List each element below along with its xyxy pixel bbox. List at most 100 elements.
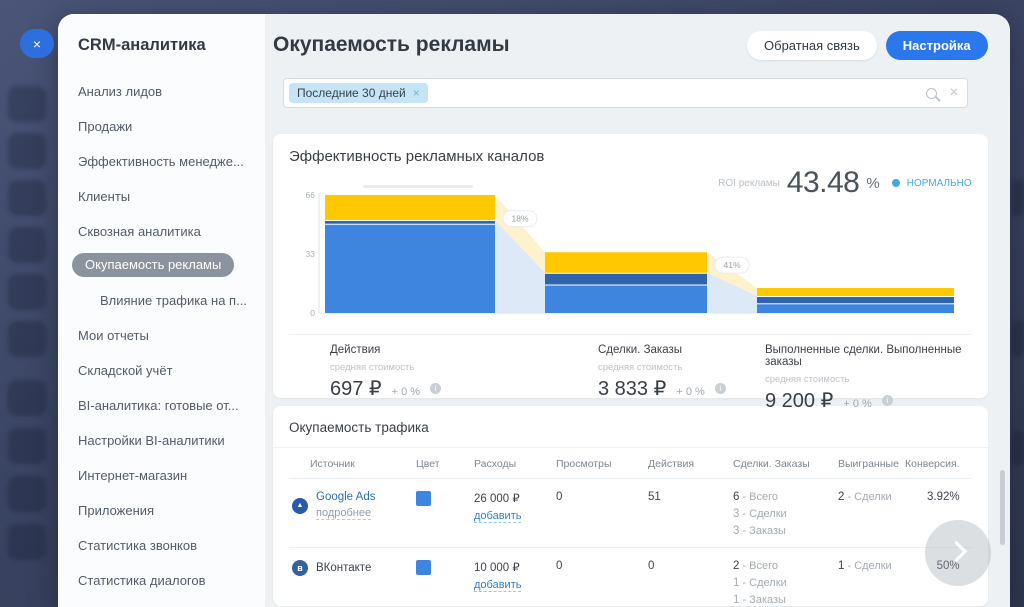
sidebar-item-11[interactable]: Интернет-магазин [78,465,255,500]
funnel-bar-2-blue[interactable] [757,304,954,313]
sidebar-item-10[interactable]: Настройки BI-аналитики [78,430,255,465]
sidebar-item-9[interactable]: BI-аналитика: готовые от... [78,395,255,430]
add-expense-link[interactable]: добавить [474,510,521,523]
funnel-bar-1-blue[interactable] [545,286,707,314]
traffic-table-body: ▲Google Adsподробнее26 000 ₽добавить0516… [289,479,972,607]
add-expense-link[interactable]: добавить [474,579,521,592]
column-header: Сделки. Заказы [733,458,838,470]
prev-period-marker [363,185,473,188]
funnel-bar-0-dark-blue[interactable] [325,221,495,224]
stage-avg-cost: 697 ₽ [330,376,382,401]
main-content: Окупаемость рекламы Обратная связь Настр… [265,14,1010,607]
stage-name: Действия [330,344,589,356]
column-header: Цвет [416,458,474,470]
funnel-card-title: Эффективность рекламных каналов [289,148,972,165]
conversion-value: 3.92% [905,491,972,503]
sidebar: CRM-аналитика Анализ лидовПродажиЭффекти… [58,14,265,607]
sidebar-item-14[interactable]: Статистика диалогов [78,570,255,605]
sidebar-item-7[interactable]: Мои отчеты [78,325,255,360]
traffic-card: Окупаемость трафика ИсточникЦветРасходыП… [273,406,988,606]
funnel-footer: Действия средняя стоимость 697 ₽ + 0 % i Сдел… [289,334,972,413]
sidebar-item-12[interactable]: Приложения [78,500,255,535]
stage-avg-cost: 3 833 ₽ [598,376,666,401]
color-swatch[interactable] [416,491,431,506]
filter-tag-label: Последние 30 дней [297,86,406,100]
info-icon[interactable]: i [430,383,441,394]
roi-indicator: ROI рекламы 43.48 % НОРМАЛЬНО [718,166,971,200]
y-tick-label: 66 [306,190,316,200]
close-slider-button[interactable]: × [20,29,54,58]
funnel-bar-2-yellow[interactable] [757,288,954,296]
deals-cell: 6 - Всего3 - Сделки3 - Заказы [733,491,838,537]
funnel-card: Эффективность рекламных каналов ROI рекл… [273,134,988,398]
sidebar-item-0[interactable]: Анализ лидов [78,81,255,116]
color-swatch[interactable] [416,560,431,575]
table-row: ▲Google Adsподробнее26 000 ₽добавить0516… [289,479,972,548]
expenses-value: 26 000 ₽ [474,491,556,505]
sidebar-item-3[interactable]: Клиенты [78,186,255,221]
sidebar-item-1[interactable]: Продажи [78,116,255,151]
vkontakte-icon: ʙ [292,560,308,576]
filter-tag-close-icon[interactable]: × [413,86,420,100]
stage-subtitle: средняя стоимость [765,374,972,385]
funnel-stage-summary: Действиясредняя стоимость697 ₽+ 0 %i [289,344,589,413]
funnel-chart: 6633018%41% [289,183,972,330]
sidebar-menu: Анализ лидовПродажиЭффективность менедже… [78,81,255,605]
column-header: Расходы [474,458,556,470]
stage-avg-cost: 9 200 ₽ [765,388,833,413]
feedback-button[interactable]: Обратная связь [747,31,877,60]
funnel-bar-0-blue[interactable] [325,225,495,313]
close-icon: × [33,36,41,52]
won-cell: 1 - Сделки [838,560,905,572]
search-icon[interactable] [926,88,937,99]
won-cell: 2 - Сделки [838,491,905,503]
settings-button[interactable]: Настройка [886,31,988,60]
stage-name: Сделки. Заказы [598,344,756,356]
sidebar-title: CRM-аналитика [78,36,255,55]
funnel-stage-summary: Выполненные сделки. Выполненные заказыср… [756,344,972,413]
column-header: Выигранные [838,458,905,470]
expenses-value: 10 000 ₽ [474,560,556,574]
y-tick-label: 33 [306,249,316,259]
column-header: Просмотры [556,458,648,470]
roi-status-badge: НОРМАЛЬНО [907,178,972,189]
stage-delta: + 0 % [392,386,420,398]
funnel-bar-2-dark-blue[interactable] [757,297,954,303]
sidebar-item-5[interactable]: Окупаемость рекламы [72,253,234,277]
slider-panel: CRM-аналитика Анализ лидовПродажиЭффекти… [58,14,1007,607]
clear-filter-icon[interactable]: × [949,85,958,101]
sidebar-item-4[interactable]: Сквозная аналитика [78,221,255,256]
filter-search-bar[interactable]: Последние 30 дней × × [283,78,968,108]
filter-tag[interactable]: Последние 30 дней × [289,83,428,103]
actions-value: 51 [648,491,733,503]
sidebar-item-13[interactable]: Статистика звонков [78,535,255,570]
stage-delta: + 0 % [843,398,871,410]
traffic-table-header: ИсточникЦветРасходыПросмотрыДействияСдел… [289,448,972,479]
column-header: Действия [648,458,733,470]
table-row: ʙВКонтакте10 000 ₽добавить002 - Всего1 -… [289,548,972,607]
source-name-link[interactable]: Google Ads [316,491,375,503]
traffic-card-title: Окупаемость трафика [289,420,972,435]
page-title: Окупаемость рекламы [273,33,747,57]
sidebar-item-8[interactable]: Складской учёт [78,360,255,395]
stage-subtitle: средняя стоимость [598,362,756,373]
sidebar-item-2[interactable]: Эффективность менедже... [78,151,255,186]
actions-value: 0 [648,560,733,572]
source-name-link[interactable]: ВКонтакте [316,562,371,574]
funnel-bar-1-dark-blue[interactable] [545,274,707,285]
roi-unit: % [866,175,879,192]
conversion-label: 41% [723,260,740,270]
stage-delta: + 0 % [676,386,704,398]
views-value: 0 [556,560,648,572]
funnel-bar-0-yellow[interactable] [325,195,495,220]
funnel-bar-1-yellow[interactable] [545,252,707,273]
details-link[interactable]: подробнее [316,507,371,520]
y-tick-label: 0 [310,308,315,318]
column-header: Источник [310,458,416,470]
roi-value: 43.48 [787,166,860,200]
next-page-arrow-button[interactable] [925,520,991,586]
scrollbar-thumb[interactable] [1000,470,1005,545]
info-icon[interactable]: i [882,395,893,406]
info-icon[interactable]: i [715,383,726,394]
sidebar-item-6[interactable]: Влияние трафика на п... [78,290,255,325]
